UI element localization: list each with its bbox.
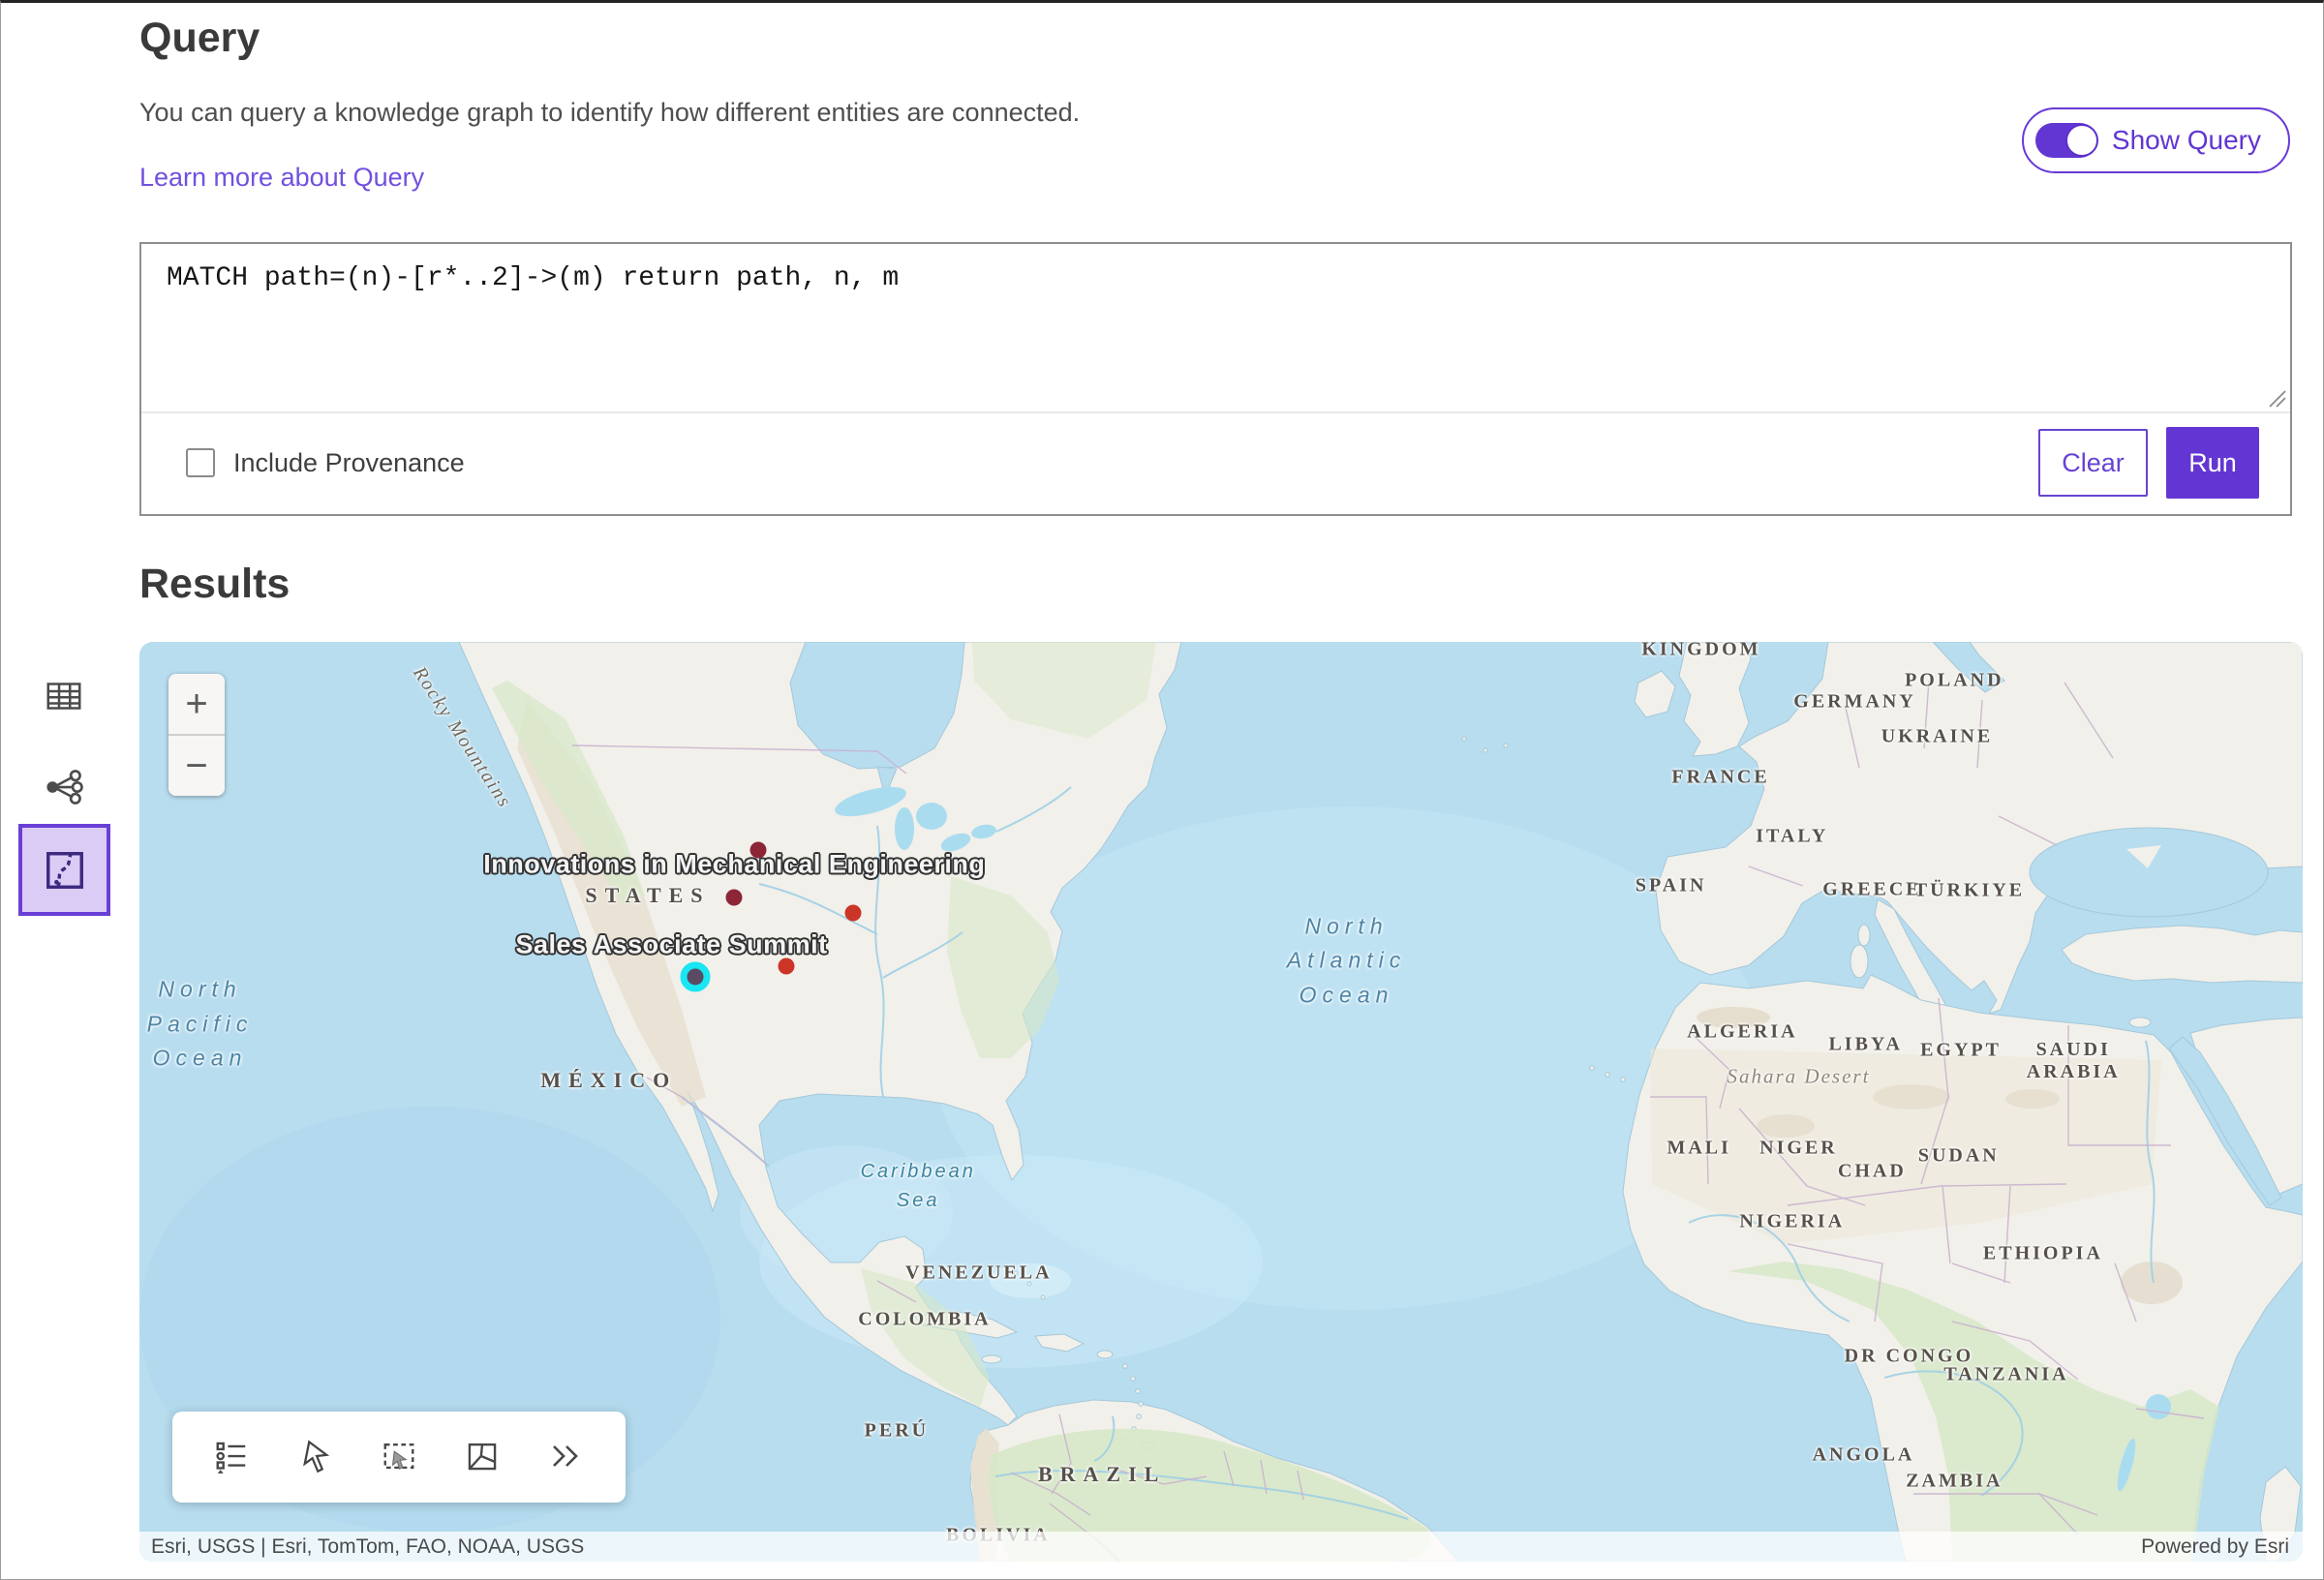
show-query-label: Show Query xyxy=(2112,125,2261,156)
select-polygon-icon xyxy=(464,1438,501,1477)
map-toolbar xyxy=(172,1412,626,1503)
legend-button[interactable] xyxy=(205,1431,258,1483)
query-controls: Include Provenance Clear Run xyxy=(141,413,2290,512)
legend-icon xyxy=(213,1438,250,1477)
pointer-icon xyxy=(298,1439,333,1476)
select-polygon-button[interactable] xyxy=(456,1431,508,1483)
map-point-bright[interactable] xyxy=(778,958,794,975)
map-point-dark[interactable] xyxy=(749,841,766,858)
zoom-in-button[interactable]: + xyxy=(168,674,225,736)
graph-icon xyxy=(44,767,84,807)
map-attribution: Esri, USGS | Esri, TomTom, FAO, NOAA, US… xyxy=(139,1532,2303,1562)
learn-more-link[interactable]: Learn more about Query xyxy=(139,163,424,193)
zoom-out-button[interactable]: − xyxy=(168,736,225,796)
map-icon xyxy=(43,848,87,893)
page-description: You can query a knowledge graph to ident… xyxy=(139,98,1080,128)
map-point-selected[interactable] xyxy=(681,961,711,991)
page-title: Query xyxy=(139,15,260,62)
toggle-knob xyxy=(2065,124,2098,157)
results-title: Results xyxy=(139,561,290,608)
query-text: MATCH path=(n)-[r*..2]->(m) return path,… xyxy=(167,263,899,293)
map-point-dark[interactable] xyxy=(726,890,743,906)
toggle-switch-on[interactable] xyxy=(2035,123,2097,158)
toolbar-expand-button[interactable] xyxy=(540,1431,593,1483)
table-icon xyxy=(45,677,83,715)
attribution-sources: Esri, USGS | Esri, TomTom, FAO, NOAA, US… xyxy=(151,1535,584,1559)
select-rectangle-button[interactable] xyxy=(373,1431,425,1483)
view-table-button[interactable] xyxy=(37,669,91,723)
map-point-bright[interactable] xyxy=(845,905,862,922)
include-provenance-checkbox[interactable] xyxy=(186,448,215,477)
zoom-control: + − xyxy=(168,674,225,796)
results-map[interactable]: KINGDOMPOLANDGERMANYUKRAINEFRANCEITALYSP… xyxy=(139,642,2303,1562)
view-graph-button[interactable] xyxy=(37,760,91,814)
clear-button[interactable]: Clear xyxy=(2038,429,2148,497)
expand-icon xyxy=(548,1438,585,1477)
pointer-tool-button[interactable] xyxy=(290,1431,342,1483)
query-editor: MATCH path=(n)-[r*..2]->(m) return path,… xyxy=(139,242,2292,516)
run-button[interactable]: Run xyxy=(2166,427,2259,499)
query-input[interactable]: MATCH path=(n)-[r*..2]->(m) return path,… xyxy=(141,244,2290,413)
include-provenance-label: Include Provenance xyxy=(233,448,465,478)
show-query-toggle[interactable]: Show Query xyxy=(2022,107,2290,173)
attribution-powered-by: Powered by Esri xyxy=(2141,1535,2289,1559)
query-page: Query You can query a knowledge graph to… xyxy=(0,0,2324,1580)
view-map-button[interactable] xyxy=(18,824,110,916)
select-rectangle-icon xyxy=(381,1438,417,1477)
resize-handle-icon[interactable] xyxy=(2263,384,2288,410)
